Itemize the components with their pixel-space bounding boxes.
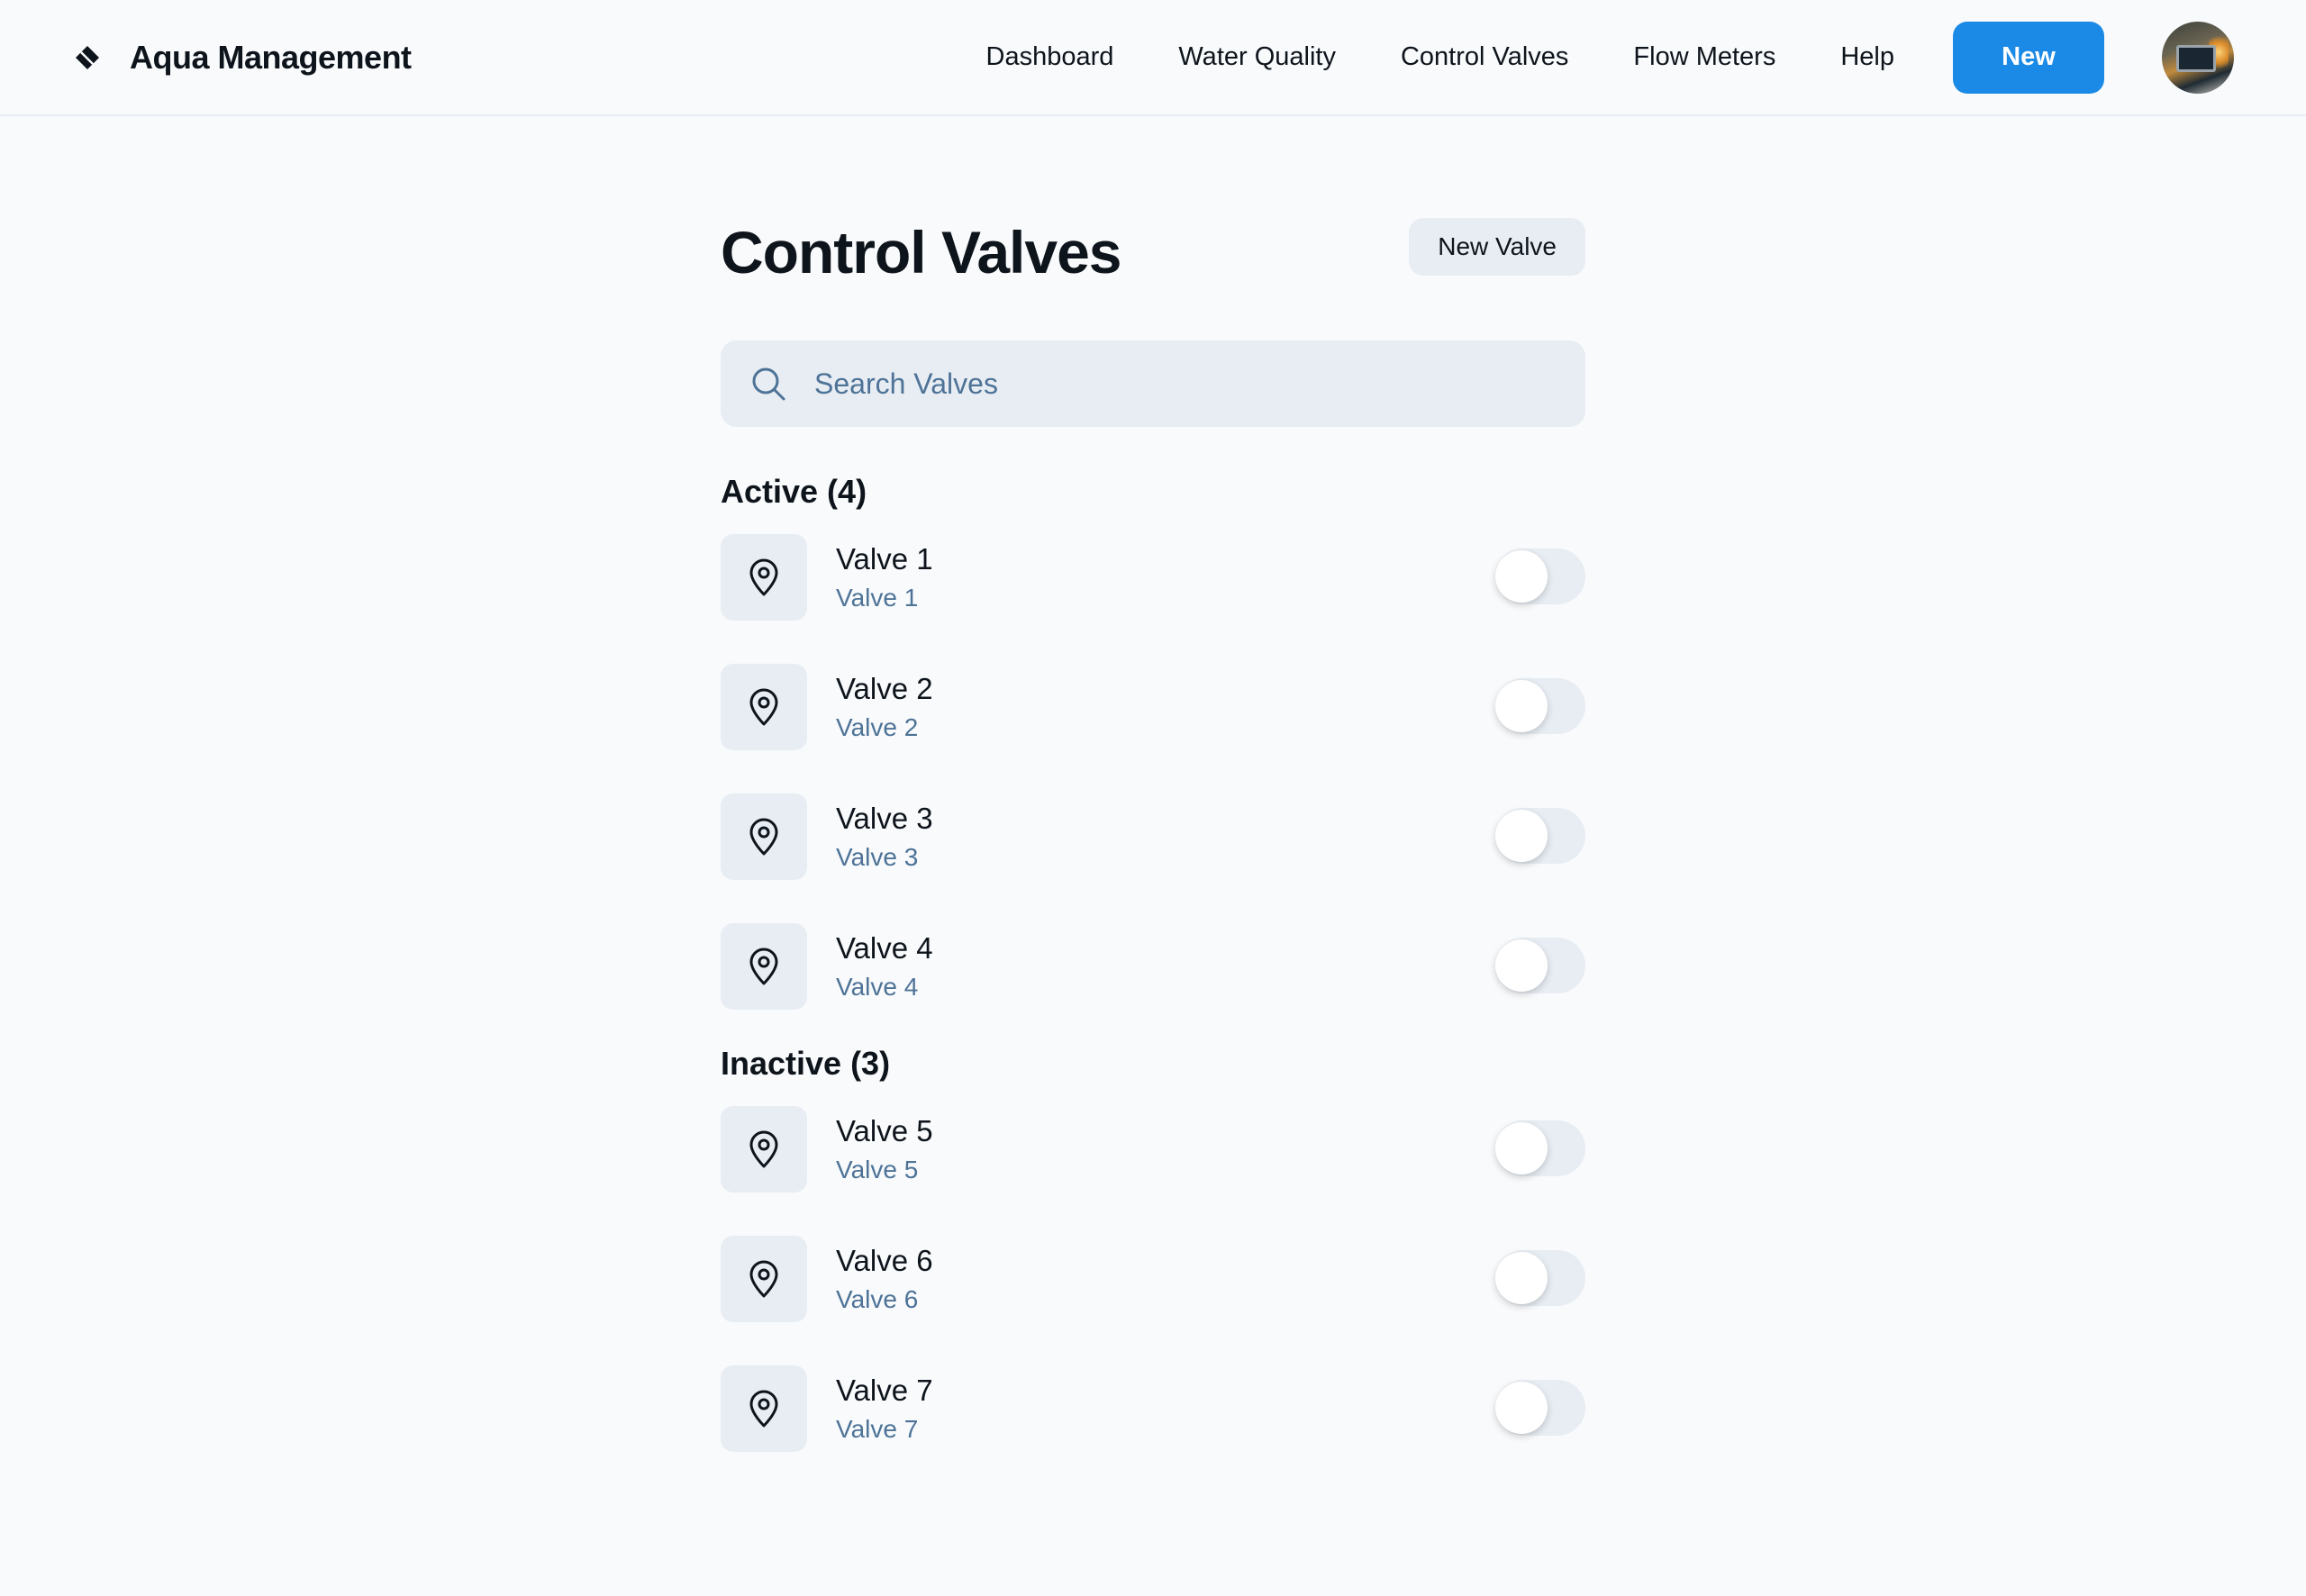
map-pin-icon bbox=[721, 664, 807, 750]
toggle-knob bbox=[1495, 550, 1548, 603]
toggle-knob bbox=[1495, 1252, 1548, 1304]
item-text: Valve 6 Valve 6 bbox=[836, 1242, 933, 1316]
search-bar[interactable] bbox=[721, 340, 1585, 427]
toggle-knob bbox=[1495, 1382, 1548, 1434]
active-valve-list: Valve 1 Valve 1 Valve 2 Valve 2 Valve 3 … bbox=[721, 534, 1585, 1010]
valve-name: Valve 1 bbox=[836, 542, 933, 576]
map-pin-icon bbox=[721, 1236, 807, 1322]
main-content: Control Valves New Valve Active (4) Valv… bbox=[721, 216, 1585, 1452]
valve-subtitle: Valve 3 bbox=[836, 843, 919, 871]
valve-subtitle: Valve 1 bbox=[836, 584, 919, 612]
nav-flow-meters[interactable]: Flow Meters bbox=[1633, 42, 1775, 72]
map-pin-icon bbox=[721, 534, 807, 621]
valve-subtitle: Valve 6 bbox=[836, 1285, 919, 1313]
toggle-knob bbox=[1495, 1122, 1548, 1174]
valve-name: Valve 4 bbox=[836, 931, 933, 965]
valve-toggle[interactable] bbox=[1495, 1250, 1585, 1306]
page-title: Control Valves bbox=[721, 219, 1121, 286]
valve-row[interactable]: Valve 4 Valve 4 bbox=[721, 923, 1585, 1010]
valve-toggle[interactable] bbox=[1495, 938, 1585, 993]
item-text: Valve 7 Valve 7 bbox=[836, 1372, 933, 1446]
toggle-knob bbox=[1495, 939, 1548, 992]
page-header: Control Valves New Valve bbox=[721, 216, 1585, 288]
valve-name: Valve 6 bbox=[836, 1244, 933, 1277]
app-title: Aqua Management bbox=[130, 38, 412, 76]
valve-row[interactable]: Valve 3 Valve 3 bbox=[721, 793, 1585, 880]
brand[interactable]: Aqua Management bbox=[72, 39, 412, 77]
valve-name: Valve 3 bbox=[836, 802, 933, 835]
valve-toggle[interactable] bbox=[1495, 549, 1585, 604]
valve-row[interactable]: Valve 7 Valve 7 bbox=[721, 1365, 1585, 1452]
map-pin-icon bbox=[721, 793, 807, 880]
valve-name: Valve 7 bbox=[836, 1374, 933, 1407]
item-text: Valve 5 Valve 5 bbox=[836, 1112, 933, 1186]
map-pin-icon bbox=[721, 1365, 807, 1452]
nav-water-quality[interactable]: Water Quality bbox=[1178, 42, 1336, 72]
toggle-knob bbox=[1495, 680, 1548, 732]
new-button[interactable]: New bbox=[1953, 21, 2104, 94]
valve-toggle[interactable] bbox=[1495, 1120, 1585, 1176]
nav-dashboard[interactable]: Dashboard bbox=[986, 42, 1114, 72]
valve-toggle[interactable] bbox=[1495, 678, 1585, 734]
valve-name: Valve 5 bbox=[836, 1114, 933, 1147]
valve-row[interactable]: Valve 1 Valve 1 bbox=[721, 534, 1585, 621]
avatar[interactable] bbox=[2162, 21, 2234, 94]
search-icon bbox=[749, 365, 787, 403]
top-navigation-bar: Aqua Management Dashboard Water Quality … bbox=[0, 0, 2306, 116]
inactive-valve-list: Valve 5 Valve 5 Valve 6 Valve 6 Valve 7 … bbox=[721, 1106, 1585, 1452]
search-input[interactable] bbox=[814, 367, 1585, 401]
avatar-photo-laptop bbox=[2176, 44, 2216, 72]
active-section-heading: Active (4) bbox=[721, 473, 867, 510]
nav-help[interactable]: Help bbox=[1840, 42, 1894, 72]
valve-subtitle: Valve 2 bbox=[836, 713, 919, 741]
valve-subtitle: Valve 7 bbox=[836, 1415, 919, 1443]
valve-row[interactable]: Valve 5 Valve 5 bbox=[721, 1106, 1585, 1192]
map-pin-icon bbox=[721, 1106, 807, 1192]
main-nav: Dashboard Water Quality Control Valves F… bbox=[986, 42, 1894, 72]
valve-toggle[interactable] bbox=[1495, 1380, 1585, 1436]
valve-toggle[interactable] bbox=[1495, 808, 1585, 864]
item-text: Valve 4 Valve 4 bbox=[836, 929, 933, 1003]
toggle-knob bbox=[1495, 810, 1548, 862]
valve-row[interactable]: Valve 6 Valve 6 bbox=[721, 1236, 1585, 1322]
drop-diamond-icon bbox=[72, 42, 103, 73]
valve-row[interactable]: Valve 2 Valve 2 bbox=[721, 664, 1585, 750]
nav-control-valves[interactable]: Control Valves bbox=[1401, 42, 1568, 72]
inactive-section-heading: Inactive (3) bbox=[721, 1045, 891, 1082]
valve-subtitle: Valve 4 bbox=[836, 973, 919, 1001]
item-text: Valve 1 Valve 1 bbox=[836, 540, 933, 614]
item-text: Valve 2 Valve 2 bbox=[836, 670, 933, 744]
item-text: Valve 3 Valve 3 bbox=[836, 800, 933, 874]
map-pin-icon bbox=[721, 923, 807, 1010]
valve-subtitle: Valve 5 bbox=[836, 1156, 919, 1183]
new-valve-button[interactable]: New Valve bbox=[1409, 218, 1585, 276]
valve-name: Valve 2 bbox=[836, 672, 933, 705]
